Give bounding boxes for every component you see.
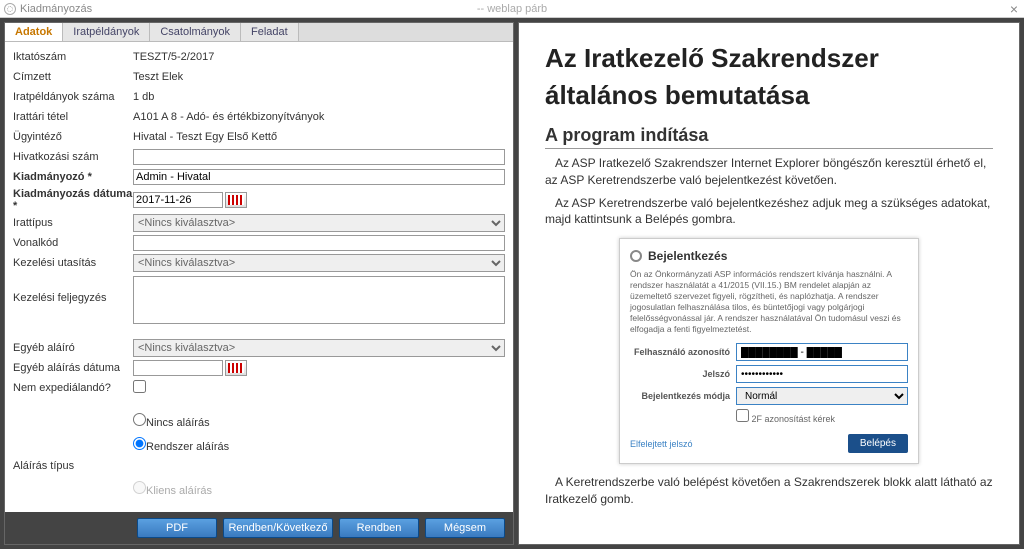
login-pass-input [736, 365, 908, 383]
doc-title-line2: általános bemutatása [545, 80, 993, 111]
doc-p2: Az ASP Keretrendszerbe való bejelentkezé… [545, 195, 993, 229]
window-title: Kiadmányozás [20, 3, 92, 15]
login-illustration: Bejelentkezés Ön az Önkormányzati ASP in… [619, 238, 919, 464]
label-egyeb-alairas-datuma: Egyéb aláírás dátuma [13, 362, 133, 374]
tabs: Adatok Iratpéldányok Csatolmányok Felada… [5, 23, 513, 42]
calendar-icon[interactable] [225, 192, 247, 208]
tab-feladat[interactable]: Feladat [241, 23, 299, 41]
rendben-kovetkezo-button[interactable]: Rendben/Következő [223, 518, 333, 538]
pdf-button[interactable]: PDF [137, 518, 217, 538]
form-panel: Adatok Iratpéldányok Csatolmányok Felada… [4, 22, 514, 545]
label-cimzett: Címzett [13, 71, 133, 83]
value-iratpeldanyok: 1 db [133, 91, 505, 103]
label-kiadmanyozo: Kiadmányozó * [13, 171, 133, 183]
tab-csatolmanyok[interactable]: Csatolmányok [150, 23, 241, 41]
value-iktatoszam: TESZT/5-2/2017 [133, 51, 505, 63]
titlebar: Kiadmányozás -- weblap párb × [0, 0, 1024, 18]
label-alairas-tipus: Aláírás típus [13, 460, 133, 472]
input-kiadmanyozo[interactable] [133, 169, 505, 185]
doc-p3: A Keretrendszerbe való belépést követően… [545, 474, 993, 508]
login-button: Belépés [848, 434, 908, 453]
value-ugyintezo: Hivatal - Teszt Egy Első Kettő [133, 131, 505, 143]
input-vonalkod[interactable] [133, 235, 505, 251]
input-hivatkozasi[interactable] [133, 149, 505, 165]
radio-label-kliens: Kliens aláírás [133, 485, 212, 497]
label-kiadmanyozas-datuma: Kiadmányozás dátuma * [13, 188, 133, 212]
checkbox-nem-expedialando[interactable] [133, 380, 146, 393]
login-user-input [736, 343, 908, 361]
login-forgot-link: Elfelejtett jelszó [630, 439, 693, 449]
label-nem-expedialando: Nem expediálandó? [13, 382, 133, 394]
radio-nincs[interactable] [133, 413, 146, 426]
label-kezelesi-utasitas: Kezelési utasítás [13, 257, 133, 269]
login-disclaimer: Ön az Önkormányzati ASP információs rend… [630, 269, 908, 335]
tab-iratpeldanyok[interactable]: Iratpéldányok [63, 23, 150, 41]
doc-p1: Az ASP Iratkezelő Szakrendszer Internet … [545, 155, 993, 189]
radio-rendszer[interactable] [133, 437, 146, 450]
label-hivatkozasi: Hivatkozási szám [13, 151, 133, 163]
label-iktatoszam: Iktatószám [13, 51, 133, 63]
radio-kliens [133, 481, 146, 494]
label-ugyintezo: Ügyintéző [13, 131, 133, 143]
login-user-label: Felhasználó azonosító [630, 347, 730, 357]
login-mode-select: Normál [736, 387, 908, 405]
document-panel[interactable]: Az Iratkezelő Szakrendszer általános bem… [518, 22, 1020, 545]
radio-label-rendszer[interactable]: Rendszer aláírás [133, 441, 229, 453]
button-bar: PDF Rendben/Következő Rendben Mégsem [5, 512, 513, 544]
value-irattari: A101 A 8 - Adó- és értékbizonyítványok [133, 111, 505, 123]
login-mode-label: Bejelentkezés módja [630, 391, 730, 401]
gear-icon [4, 3, 16, 15]
login-arrow-icon [630, 250, 642, 262]
calendar-icon-2[interactable] [225, 360, 247, 376]
label-vonalkod: Vonalkód [13, 237, 133, 249]
tab-adatok[interactable]: Adatok [5, 23, 63, 41]
label-irattipus: Irattípus [13, 217, 133, 229]
window-subtitle: -- weblap párb [477, 3, 547, 15]
login-2fa-checkbox [736, 409, 749, 422]
close-icon[interactable]: × [1010, 1, 1018, 17]
select-kezelesi-utasitas[interactable]: <Nincs kiválasztva> [133, 254, 505, 272]
select-egyeb-alairo[interactable]: <Nincs kiválasztva> [133, 339, 505, 357]
megsem-button[interactable]: Mégsem [425, 518, 505, 538]
select-irattipus[interactable]: <Nincs kiválasztva> [133, 214, 505, 232]
input-egyeb-alairas-datuma[interactable] [133, 360, 223, 376]
doc-title-line1: Az Iratkezelő Szakrendszer [545, 43, 993, 74]
label-irattari: Irattári tétel [13, 111, 133, 123]
label-kezelesi-feljegyzes: Kezelési feljegyzés [13, 276, 133, 304]
label-egyeb-alairo: Egyéb aláíró [13, 342, 133, 354]
textarea-kezelesi-feljegyzes[interactable] [133, 276, 505, 324]
label-iratpeldanyok: Iratpéldányok száma [13, 91, 133, 103]
login-pass-label: Jelszó [630, 369, 730, 379]
input-kiadmanyozas-datuma[interactable] [133, 192, 223, 208]
login-title: Bejelentkezés [648, 249, 727, 263]
rendben-button[interactable]: Rendben [339, 518, 419, 538]
doc-subtitle: A program indítása [545, 125, 993, 149]
value-cimzett: Teszt Elek [133, 71, 505, 83]
radio-label-nincs[interactable]: Nincs aláírás [133, 417, 210, 429]
login-2fa-label: 2F azonosítást kérek [752, 414, 836, 424]
